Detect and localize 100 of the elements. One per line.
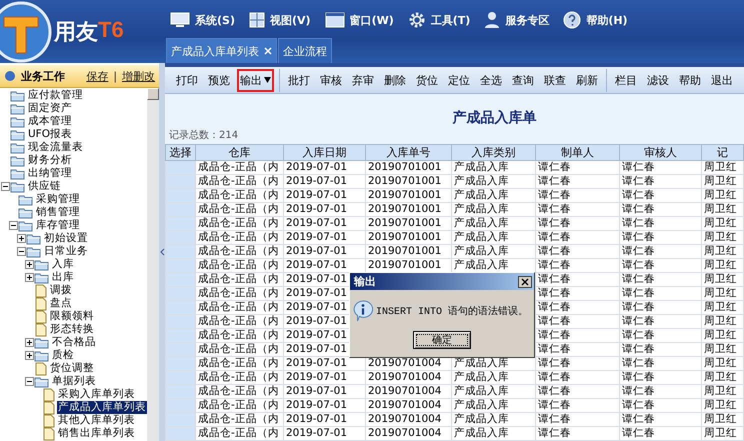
table-cell: 周卫红: [702, 426, 744, 440]
tree-item[interactable]: 入库: [51, 258, 75, 271]
column-header[interactable]: 入库日期: [284, 144, 366, 160]
menu-item[interactable]: 服务专区: [505, 12, 550, 28]
table-cell: 20190701001: [366, 230, 452, 244]
tree-item[interactable]: 单据列表: [51, 375, 97, 388]
toolbar-button[interactable]: 货位: [413, 68, 441, 92]
table-cell: 成品仓-正品（内: [196, 300, 284, 314]
toolbar-button[interactable]: 帮助: [676, 68, 704, 92]
tree-item[interactable]: 产成品入库单列表: [57, 401, 147, 414]
table-cell: 2019-07-01: [284, 370, 366, 384]
panel-title: 业务工作: [21, 68, 66, 84]
menu-item[interactable]: 帮助(H): [586, 12, 628, 28]
toolbar-button[interactable]: 弃审: [349, 68, 377, 92]
toolbar-button[interactable]: 批打: [285, 68, 313, 92]
menu-item[interactable]: 视图(V): [270, 12, 311, 28]
table-cell: 谭仁春: [536, 188, 620, 202]
tree-item[interactable]: 出纳管理: [27, 167, 73, 180]
table-cell: 谭仁春: [536, 398, 620, 412]
tree-item[interactable]: 形态转换: [49, 323, 95, 336]
table-cell: 周卫红: [702, 384, 744, 398]
toolbar-button[interactable]: 刷新: [573, 68, 601, 92]
ok-button[interactable]: 确定: [413, 331, 471, 349]
table-cell: 谭仁春: [620, 426, 702, 440]
table-cell: 周卫红: [702, 412, 744, 426]
table-cell: 2019-07-01: [284, 398, 366, 412]
toolbar-button[interactable]: 滤设: [644, 68, 672, 92]
table-cell: 谭仁春: [536, 314, 620, 328]
table-cell: 20190701004: [366, 412, 452, 426]
tree-item[interactable]: 成本管理: [27, 115, 73, 128]
tree-item[interactable]: 现金流量表: [27, 141, 84, 154]
table-cell: 周卫红: [702, 174, 744, 188]
tree-item[interactable]: 质检: [51, 349, 75, 362]
table-cell: 周卫红: [702, 160, 744, 174]
menu-item[interactable]: 窗口(W): [350, 12, 394, 28]
tree-item[interactable]: 调拨: [49, 284, 73, 297]
tab[interactable]: 产成品入库单列表: [166, 38, 277, 63]
table-cell: 周卫红: [702, 188, 744, 202]
table-cell: 成品仓-正品（内: [196, 342, 284, 356]
table-cell: 周卫红: [702, 342, 744, 356]
toolbar-button[interactable]: 预览: [205, 68, 233, 92]
table-cell: 谭仁春: [620, 244, 702, 258]
tree-item[interactable]: 日常业务: [43, 245, 89, 258]
table-cell: 成品仓-正品（内: [196, 328, 284, 342]
tree-item[interactable]: UFO报表: [27, 128, 73, 141]
tree-item[interactable]: 固定资产: [27, 102, 73, 115]
tree-item[interactable]: 限额领料: [49, 310, 95, 323]
link[interactable]: 保存: [86, 68, 108, 84]
toolbar-button[interactable]: 查询: [509, 68, 537, 92]
tree-item[interactable]: 盘点: [49, 297, 73, 310]
table-cell: 2019-07-01: [284, 230, 366, 244]
toolbar-button[interactable]: 定位: [445, 68, 473, 92]
toolbar-button[interactable]: 全选: [477, 68, 505, 92]
table-cell: 谭仁春: [536, 426, 620, 440]
table-cell: 谭仁春: [620, 202, 702, 216]
tree-item[interactable]: 应付款管理: [27, 89, 84, 102]
table-cell: 周卫红: [702, 244, 744, 258]
toolbar-button[interactable]: 退出: [708, 68, 736, 92]
column-header[interactable]: 仓库: [196, 144, 284, 160]
menu-item[interactable]: 工具(T): [430, 12, 470, 28]
column-header[interactable]: 审核人: [620, 144, 702, 160]
table-cell: 周卫红: [702, 272, 744, 286]
table-cell: 成品仓-正品（内: [196, 174, 284, 188]
table-cell: 谭仁春: [536, 230, 620, 244]
tree-item[interactable]: 其他入库单列表: [57, 414, 136, 427]
table-cell: 成品仓-正品（内: [196, 398, 284, 412]
table-cell: 20190701001: [366, 202, 452, 216]
tree-item[interactable]: 供应链: [27, 180, 62, 193]
column-header[interactable]: 入库类别: [452, 144, 536, 160]
column-header[interactable]: 制单人: [536, 144, 620, 160]
table-cell: 谭仁春: [620, 300, 702, 314]
column-header[interactable]: 选择: [166, 144, 196, 160]
toolbar-button[interactable]: 打印: [173, 68, 201, 92]
tab[interactable]: 企业流程: [278, 38, 332, 63]
link[interactable]: 增删改: [122, 68, 156, 84]
tree-item[interactable]: 不合格品: [51, 336, 97, 349]
tree-item[interactable]: 销售管理: [35, 206, 81, 219]
table-cell: 谭仁春: [536, 286, 620, 300]
table-cell: 2019-07-01: [284, 384, 366, 398]
toolbar-button[interactable]: 审核: [317, 68, 345, 92]
table-cell: 周卫红: [702, 328, 744, 342]
table-cell: 周卫红: [702, 398, 744, 412]
tree-item[interactable]: 销售出库单列表: [57, 427, 136, 440]
tree-item[interactable]: 出库: [51, 271, 75, 284]
tree-item[interactable]: 财务分析: [27, 154, 73, 167]
table-cell: 谭仁春: [620, 384, 702, 398]
table-cell: 2019-07-01: [284, 160, 366, 174]
toolbar-button[interactable]: 删除: [381, 68, 409, 92]
tree-item[interactable]: 库存管理: [35, 219, 81, 232]
column-header[interactable]: 入库单号: [366, 144, 452, 160]
tree-item[interactable]: 采购管理: [35, 193, 81, 206]
table-cell: 成品仓-正品（内: [196, 202, 284, 216]
tree-item[interactable]: 采购入库单列表: [57, 388, 136, 401]
column-header[interactable]: 记: [702, 144, 744, 160]
toolbar-button[interactable]: 联查: [541, 68, 569, 92]
menu-item[interactable]: 系统(S): [195, 12, 235, 28]
toolbar-button[interactable]: 输出: [237, 68, 274, 92]
toolbar-button[interactable]: 栏目: [612, 68, 640, 92]
tree-item[interactable]: 初始设置: [43, 232, 89, 245]
tree-item[interactable]: 货位调整: [49, 362, 95, 375]
